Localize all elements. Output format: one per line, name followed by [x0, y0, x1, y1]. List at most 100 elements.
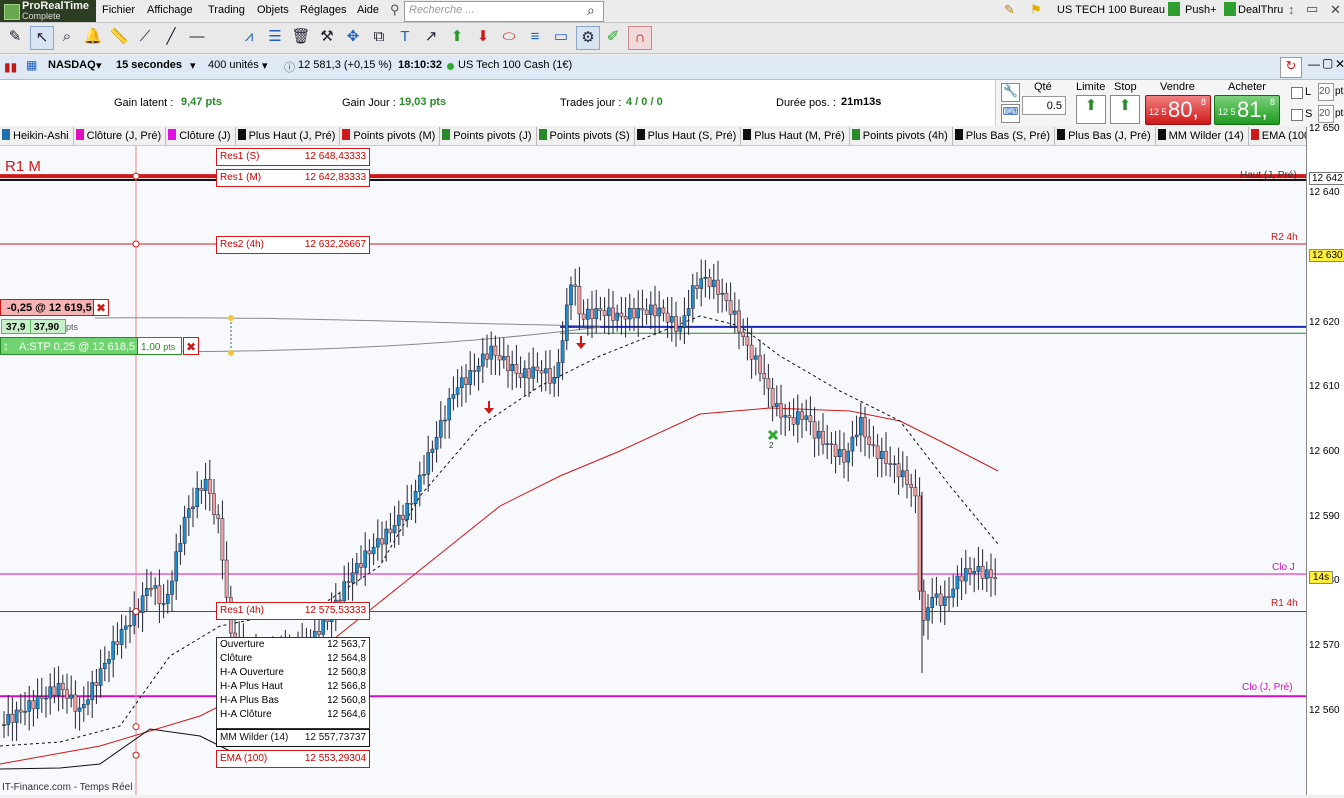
up-arrow-icon[interactable]: ⬆: [446, 26, 468, 48]
move-icon[interactable]: ✥: [342, 26, 364, 48]
menu-fichier[interactable]: Fichier: [102, 4, 135, 16]
trendline-icon[interactable]: ╱: [160, 26, 182, 48]
chart-canvas[interactable]: [0, 146, 1306, 795]
indicator-tab[interactable]: Plus Haut (J, Pré): [236, 127, 341, 145]
instrument-selector[interactable]: NASDAQ: [48, 59, 96, 71]
res2-4h-label[interactable]: Res2 (4h) 12 632,26667: [216, 236, 370, 254]
keyboard-icon[interactable]: ⌨: [1001, 104, 1020, 123]
drag-handle-icon[interactable]: ↕: [3, 339, 9, 353]
indicator-tab[interactable]: EMA (100): [1249, 127, 1306, 145]
timeframe-dropdown-icon[interactable]: ▾: [190, 59, 196, 72]
indicator-tab[interactable]: Plus Bas (S, Pré): [953, 127, 1056, 145]
res1-4h-label[interactable]: Res1 (4h) 12 575,53333: [216, 602, 370, 620]
indicator-tab[interactable]: Clôture (J): [166, 127, 236, 145]
menu-affichage[interactable]: Affichage: [147, 4, 193, 16]
link-icon[interactable]: ⚲: [390, 2, 400, 18]
indicator-tab[interactable]: MM Wilder (14): [1156, 127, 1249, 145]
l-checkbox[interactable]: [1291, 87, 1303, 99]
candle-body: [119, 628, 124, 645]
chart-type-icon[interactable]: ▮▮: [4, 60, 17, 74]
stop-order-label[interactable]: A:STP 0,25 @ 12 618,5: [0, 337, 138, 355]
indicator-tab[interactable]: Points pivots (4h): [850, 127, 953, 145]
candle-body: [77, 707, 82, 712]
line-tool-icon[interactable]: ⟋: [134, 26, 156, 48]
wrench-icon[interactable]: 🔧: [1001, 83, 1020, 102]
indicator-tab[interactable]: Points pivots (M): [340, 127, 441, 145]
channel-icon[interactable]: ≡: [524, 26, 546, 48]
position-order-label[interactable]: -0,25 @ 12 619,5: [0, 299, 95, 316]
down-arrow-icon[interactable]: ⬇: [472, 26, 494, 48]
pen-tool-icon[interactable]: ✐: [602, 26, 624, 48]
chart-minimize-icon[interactable]: —: [1308, 57, 1320, 71]
magnet-icon[interactable]: ∩: [628, 26, 652, 50]
price-axis[interactable]: 12 650 12 642 12 640 12 630 12 620 12 610 12 6…: [1306, 123, 1344, 795]
axis-tick-label: 12 610: [1309, 381, 1340, 393]
indicator-tab[interactable]: Plus Bas (J, Pré): [1055, 127, 1156, 145]
indicator-tab[interactable]: Clôture (J, Pré): [74, 127, 167, 145]
sell-button[interactable]: 12 5 80, 8: [1145, 95, 1211, 125]
trash-icon[interactable]: 🗑: [290, 26, 312, 48]
menu-aide[interactable]: Aide: [357, 4, 379, 16]
tools-icon[interactable]: ⚒: [316, 26, 338, 48]
flag-icon[interactable]: ⚑: [1030, 2, 1042, 18]
mm-wilder-label[interactable]: MM Wilder (14) 12 557,73737: [216, 729, 370, 747]
rectangle-icon[interactable]: ▭: [550, 26, 572, 48]
push-label[interactable]: Push+: [1185, 4, 1217, 16]
chart-close-icon[interactable]: ✕: [1335, 57, 1344, 71]
qty-input[interactable]: 0.5: [1022, 96, 1066, 115]
ruler-icon[interactable]: 📏: [108, 26, 130, 48]
candle-body: [157, 585, 162, 604]
search-icon[interactable]: ⌕: [587, 2, 595, 19]
s-checkbox[interactable]: [1291, 109, 1303, 121]
menu-trading[interactable]: Trading: [208, 4, 245, 16]
sell-signal-arrow: [484, 401, 494, 414]
fib-levels-icon[interactable]: ☰: [264, 26, 286, 48]
units-dropdown-icon[interactable]: ▾: [262, 59, 268, 72]
cancel-stop-icon[interactable]: ✖: [183, 337, 199, 355]
search-input[interactable]: Recherche ... ⌕: [404, 1, 604, 22]
candle-body: [510, 364, 515, 372]
zoom-icon[interactable]: ⌕: [56, 26, 78, 48]
copy-icon[interactable]: ⧉: [368, 26, 390, 48]
fib-icon[interactable]: ⩘: [238, 26, 260, 48]
indicator-tab[interactable]: Heikin-Ashi: [0, 127, 74, 145]
l-points-input[interactable]: 20: [1318, 83, 1334, 101]
indicator-tab[interactable]: Plus Haut (M, Pré): [741, 127, 850, 145]
buy-button[interactable]: 12 5 81, 8: [1214, 95, 1280, 125]
arrow-tool-icon[interactable]: ↗: [420, 26, 442, 48]
workspace-name[interactable]: US TECH 100 Bureau: [1057, 4, 1165, 16]
units-selector[interactable]: 400 unités: [208, 59, 259, 71]
close-position-icon[interactable]: ✖: [93, 299, 109, 316]
alert-bell-icon[interactable]: 🔔: [82, 26, 104, 48]
stop-distance-input[interactable]: 1,00 pts: [137, 337, 182, 355]
stop-order-button[interactable]: ⬆: [1110, 95, 1140, 124]
menu-objets[interactable]: Objets: [257, 4, 289, 16]
indicator-tab[interactable]: Plus Haut (S, Pré): [635, 127, 742, 145]
minimize-icon[interactable]: ↕: [1288, 2, 1295, 17]
indicator-tab[interactable]: Points pivots (J): [440, 127, 537, 145]
magnet-settings-icon[interactable]: ⚙: [576, 26, 600, 50]
hline-icon[interactable]: —: [186, 26, 208, 48]
s-points-input[interactable]: 20: [1318, 105, 1334, 123]
cursor-icon[interactable]: ↖: [30, 26, 54, 50]
ema-100-label[interactable]: EMA (100) 12 553,29304: [216, 750, 370, 768]
window-min-icon[interactable]: ▭: [1306, 1, 1318, 17]
timeframe-selector[interactable]: 15 secondes: [116, 59, 182, 71]
limit-order-button[interactable]: ⬆: [1076, 95, 1106, 124]
text-tool-icon[interactable]: T: [394, 26, 416, 48]
level-name: Res1 (M): [220, 172, 262, 183]
dropdown-icon[interactable]: ▾: [96, 59, 102, 72]
pencil-icon[interactable]: ✎: [1004, 2, 1015, 18]
price-chart[interactable]: R1 M Haut (J, Pré) R2 4h Clo J R1 4h Clo…: [0, 146, 1306, 795]
indicator-tab[interactable]: Points pivots (S): [537, 127, 635, 145]
res1-s-label[interactable]: Res1 (S) 12 648,43333: [216, 148, 370, 166]
window-close-icon[interactable]: ✕: [1330, 2, 1341, 18]
chart-maximize-icon[interactable]: ▢: [1322, 56, 1333, 70]
refresh-icon[interactable]: ↻: [1280, 57, 1302, 78]
menu-reglages[interactable]: Réglages: [300, 4, 346, 16]
dealthru-label[interactable]: DealThru: [1238, 4, 1283, 16]
res1-m-label[interactable]: Res1 (M) 12 642,83333: [216, 169, 370, 187]
draw-pencil-icon[interactable]: ✎: [4, 26, 26, 48]
ellipse-icon[interactable]: ⬭: [498, 26, 520, 48]
instrument-icon[interactable]: ▦: [26, 58, 37, 72]
